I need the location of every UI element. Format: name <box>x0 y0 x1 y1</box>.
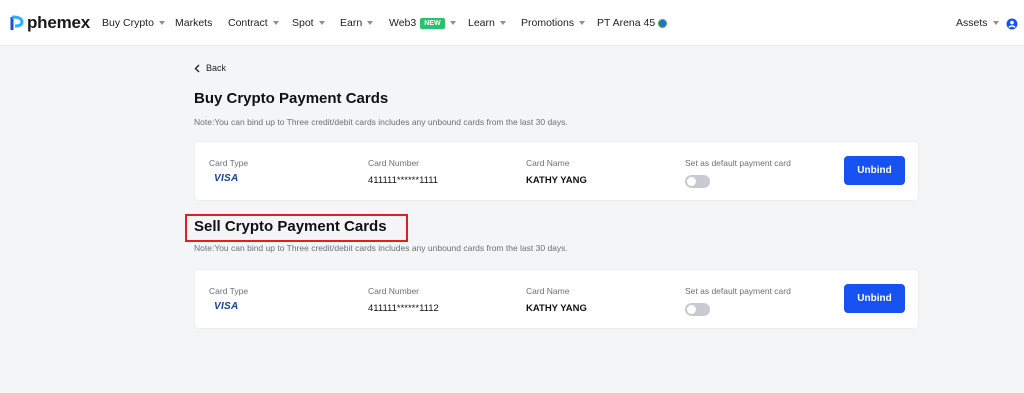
nav-contract-label: Contract <box>228 17 268 29</box>
chevron-down-icon <box>272 21 279 25</box>
card-name-label: Card Name <box>526 158 570 168</box>
user-account-icon[interactable] <box>1006 17 1018 35</box>
card-number-column: Card Number 411111******1112 <box>368 286 439 315</box>
nav-web3[interactable]: Web3 NEW <box>389 16 456 30</box>
card-name-column: Card Name KATHY YANG <box>526 158 587 187</box>
nav-earn-label: Earn <box>340 17 363 29</box>
visa-logo: VISA <box>214 301 239 312</box>
nav-earn[interactable]: Earn <box>340 16 374 30</box>
sell-cards-title: Sell Crypto Payment Cards <box>194 218 387 235</box>
nav-promotions-label: Promotions <box>521 17 575 29</box>
buy-cards-title: Buy Crypto Payment Cards <box>194 90 389 107</box>
card-name-column: Card Name KATHY YANG <box>526 286 587 315</box>
unbind-button[interactable]: Unbind <box>844 156 905 185</box>
nav-learn[interactable]: Learn <box>468 16 506 30</box>
chevron-down-icon <box>449 21 456 25</box>
nav-spot-label: Spot <box>292 17 314 29</box>
default-card-column: Set as default payment card <box>685 286 791 316</box>
default-card-toggle[interactable] <box>685 175 710 188</box>
card-number-value: 411111******1111 <box>368 175 439 186</box>
sell-cards-note: Note:You can bind up to Three credit/deb… <box>194 243 568 253</box>
nav-markets-label: Markets <box>175 17 213 29</box>
chevron-down-icon <box>367 21 374 25</box>
card-type-label: Card Type <box>209 286 249 296</box>
sell-payment-card: Card Type VISA Card Number 411111******1… <box>194 269 919 329</box>
nav-assets-label: Assets <box>956 17 988 29</box>
nav-markets[interactable]: Markets <box>175 16 212 30</box>
card-number-column: Card Number 411111******1111 <box>368 158 438 187</box>
nav-contract[interactable]: Contract <box>228 16 279 30</box>
phemex-logo-icon <box>10 15 24 30</box>
card-number-label: Card Number <box>368 158 420 168</box>
logo-text: phemex <box>27 13 91 32</box>
chevron-down-icon <box>158 21 165 25</box>
nav-assets[interactable]: Assets <box>956 16 999 30</box>
card-type-column: Card Type VISA <box>209 286 248 313</box>
nav-promotions[interactable]: Promotions <box>521 16 586 30</box>
nav-buy-crypto[interactable]: Buy Crypto <box>102 16 165 30</box>
nav-learn-label: Learn <box>468 17 495 29</box>
phemex-logo[interactable]: phemex <box>10 13 90 33</box>
card-type-label: Card Type <box>209 158 249 168</box>
default-card-label: Set as default payment card <box>685 158 791 168</box>
buy-payment-card: Card Type VISA Card Number 411111******1… <box>194 141 919 201</box>
chevron-down-icon <box>579 21 586 25</box>
globe-icon <box>658 18 668 28</box>
default-card-column: Set as default payment card <box>685 158 791 188</box>
default-card-label: Set as default payment card <box>685 286 791 296</box>
card-number-label: Card Number <box>368 286 420 296</box>
nav-pt-arena-label: PT Arena 45 <box>597 17 656 29</box>
nav-buy-crypto-label: Buy Crypto <box>102 17 154 29</box>
card-number-value: 411111******1112 <box>368 303 439 314</box>
default-card-toggle[interactable] <box>685 303 710 316</box>
card-name-value: KATHY YANG <box>526 303 587 314</box>
back-label: Back <box>206 63 227 73</box>
chevron-down-icon <box>499 21 506 25</box>
chevron-down-icon <box>318 21 325 25</box>
nav-spot[interactable]: Spot <box>292 16 325 30</box>
card-name-label: Card Name <box>526 286 570 296</box>
new-badge: NEW <box>420 17 445 29</box>
buy-cards-note: Note:You can bind up to Three credit/deb… <box>194 117 568 127</box>
chevron-left-icon <box>194 64 200 72</box>
visa-logo: VISA <box>214 173 239 184</box>
nav-web3-label: Web3 <box>389 17 417 29</box>
top-navbar: phemex Buy Crypto Markets Contract Spot … <box>0 0 1024 46</box>
card-type-column: Card Type VISA <box>209 158 248 185</box>
back-link[interactable]: Back <box>194 63 226 73</box>
unbind-button[interactable]: Unbind <box>844 284 905 313</box>
chevron-down-icon <box>992 21 999 25</box>
nav-pt-arena[interactable]: PT Arena 45 <box>597 16 668 30</box>
card-name-value: KATHY YANG <box>526 175 587 186</box>
